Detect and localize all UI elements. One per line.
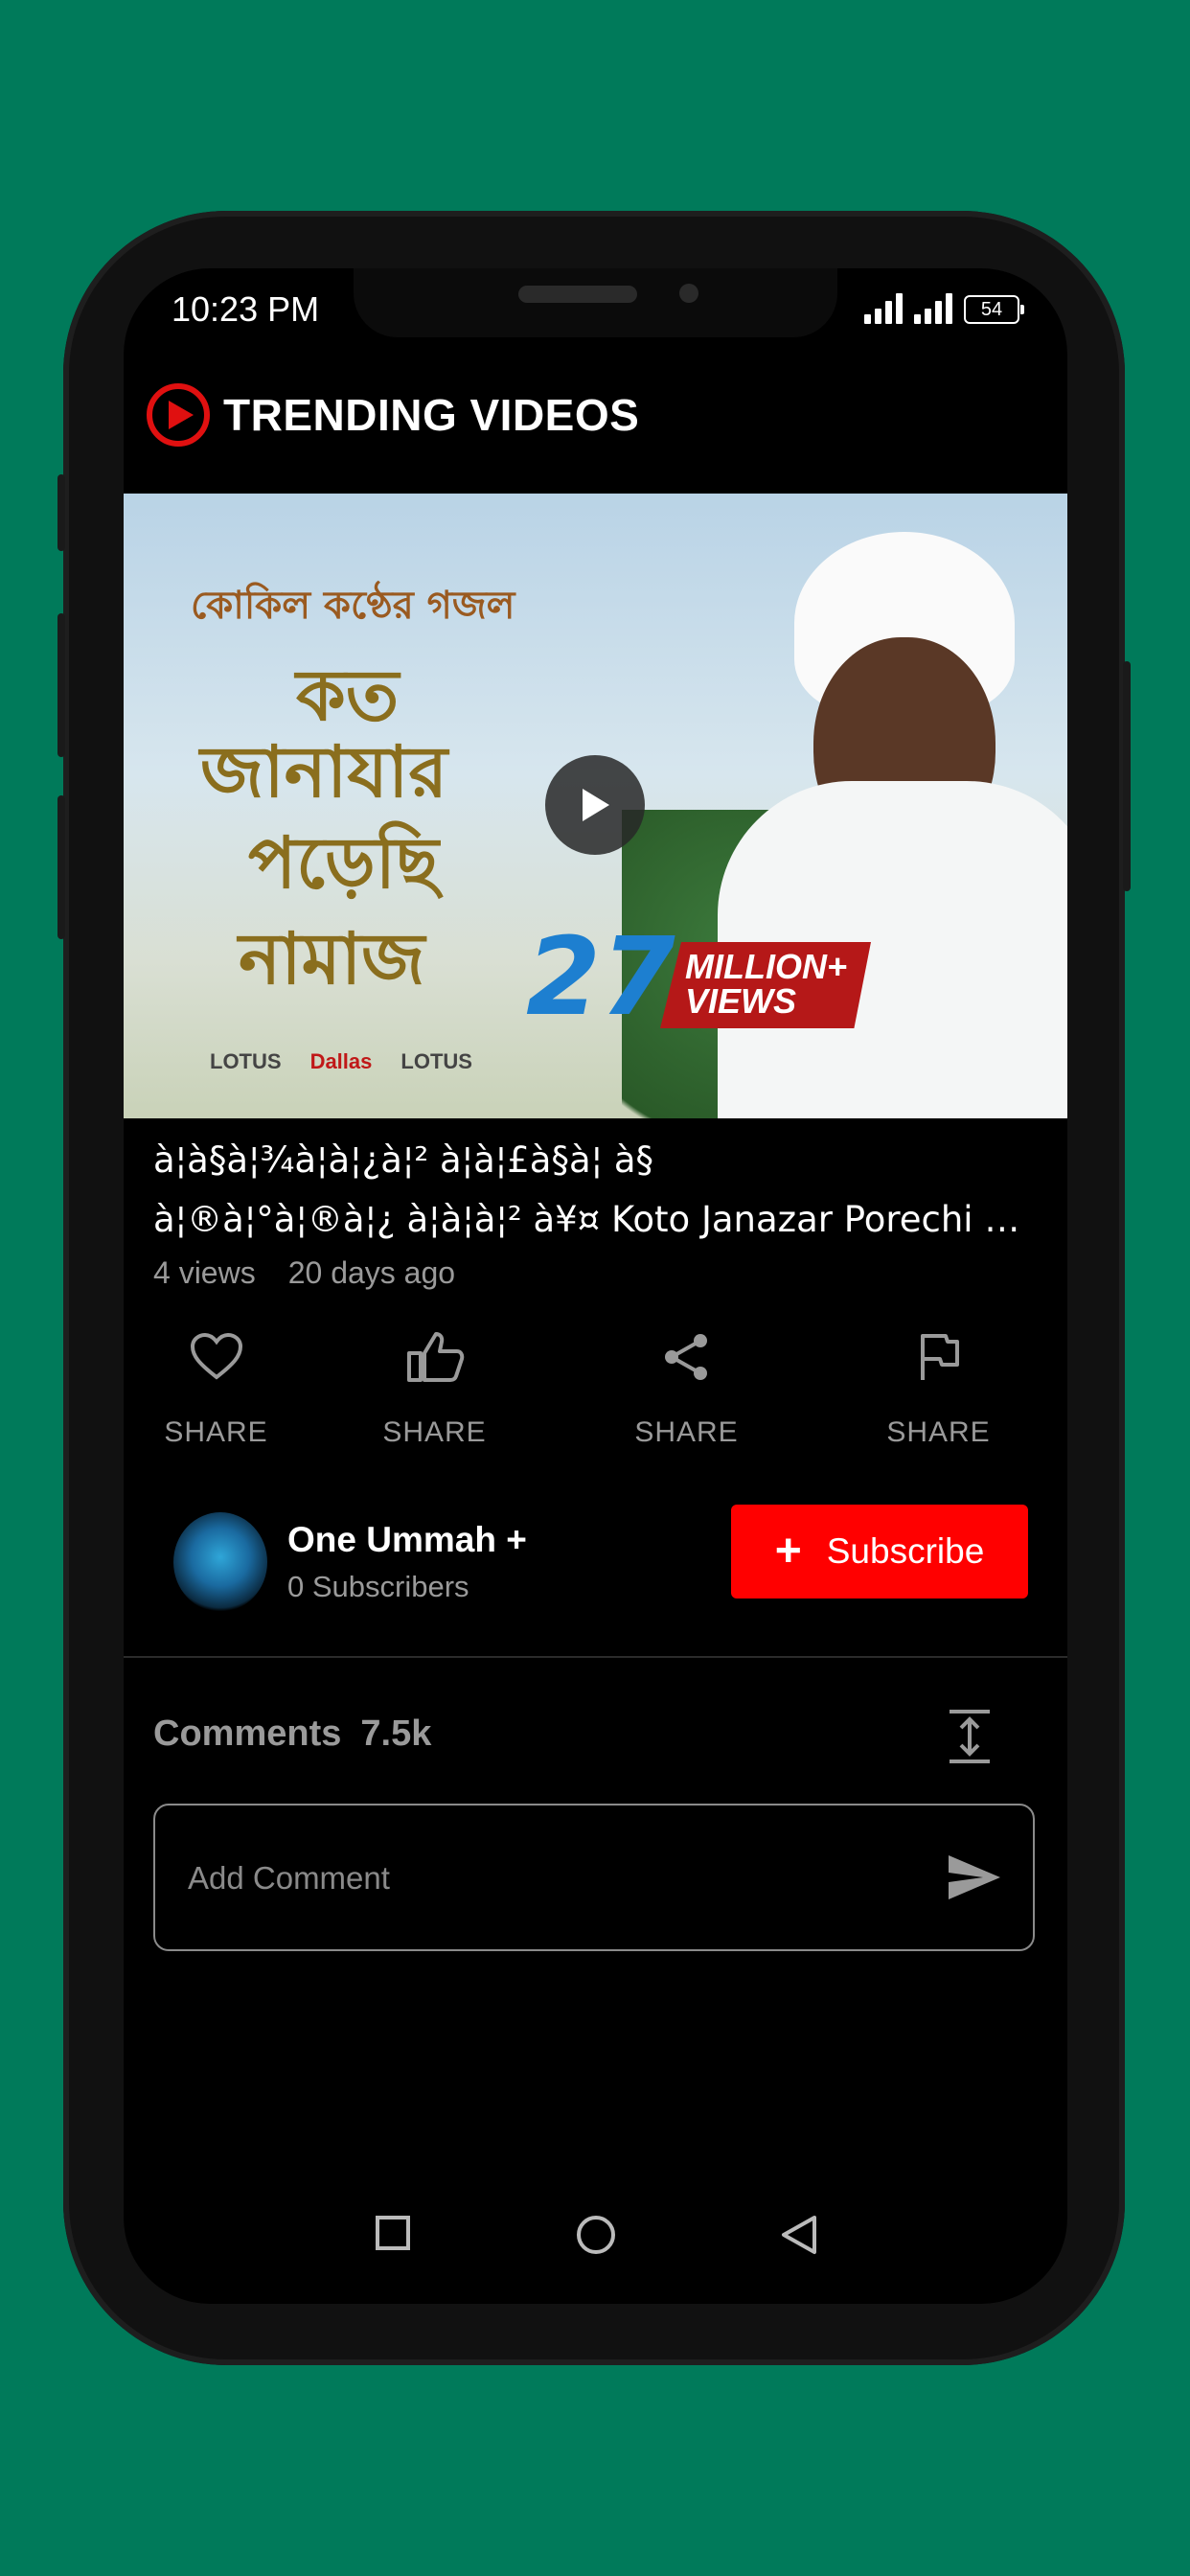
status-icons: 54: [864, 293, 1024, 324]
play-button[interactable]: [545, 755, 645, 855]
thumbs-up-action[interactable]: SHARE: [309, 1322, 561, 1449]
sponsor-logo: Dallas: [309, 1049, 373, 1073]
video-title: à¦à§à¦¾à¦à¦¿à¦² à¦à¦£à§à¦ à§ à¦®à¦°à¦®à¦…: [153, 1131, 1040, 1250]
speaker: [518, 286, 637, 303]
sponsor-logo: LOTUS: [210, 1049, 282, 1073]
action-bar: SHARE SHARE SHARE SHARE: [124, 1322, 1067, 1449]
recents-icon[interactable]: [374, 2214, 412, 2252]
play-icon: [583, 789, 609, 821]
video-title-line2: à¦®à¦°à¦®à¦¿ à¦à¦à¦² à¥¤ Koto Janazar Po…: [153, 1199, 1040, 1240]
phone-power-button: [1123, 661, 1131, 891]
thumbnail-bengali-top: কোকিল কণ্ঠের গজল: [191, 583, 515, 628]
video-title-line1: à¦à§à¦¾à¦à¦¿à¦² à¦à¦£à§à¦ à§: [153, 1139, 654, 1181]
comment-input[interactable]: [186, 1806, 918, 1951]
video-views: 4 views: [153, 1255, 256, 1290]
status-time: 10:23 PM: [172, 289, 320, 329]
thumbnail-views-number: 27: [526, 915, 675, 1040]
channel-subscribers: 0 Subscribers: [287, 1570, 469, 1603]
share-action[interactable]: SHARE: [561, 1322, 812, 1449]
comments-header: Comments 7.5k: [153, 1714, 431, 1755]
comments-label: Comments: [153, 1714, 342, 1754]
thumbnail-sponsor-logos: LOTUS Dallas LOTUS: [210, 1049, 472, 1074]
system-navbar: [124, 2214, 1067, 2256]
action-label: SHARE: [886, 1416, 991, 1448]
channel-row: One Ummah + 0 Subscribers + Subscribe: [124, 1505, 1067, 1639]
app-header: TRENDING VIDEOS: [147, 383, 639, 447]
video-age: 20 days ago: [287, 1255, 456, 1290]
thumbnail-million-label: MILLION+: [685, 947, 847, 986]
subscribe-button[interactable]: + Subscribe: [731, 1505, 1028, 1598]
signal-icon-2: [914, 293, 952, 324]
video-thumbnail[interactable]: কোকিল কণ্ঠের গজল কত জানাযার পড়েছি নামাজ…: [124, 494, 1067, 1118]
action-label: SHARE: [382, 1416, 487, 1448]
thumbs-up-icon: [406, 1332, 464, 1382]
front-camera: [679, 284, 698, 303]
send-icon: [949, 1855, 1000, 1899]
page-title: TRENDING VIDEOS: [223, 390, 640, 440]
play-circle-icon: [147, 383, 210, 447]
send-button[interactable]: [947, 1853, 1002, 1906]
battery-icon: 54: [964, 295, 1024, 324]
phone-volume-down: [57, 795, 65, 939]
subscribe-label: Subscribe: [826, 1531, 985, 1571]
phone-side-button: [57, 474, 65, 551]
flag-icon: [920, 1334, 959, 1380]
thumbnail-views-label: VIEWS: [685, 981, 797, 1021]
expand-comments-button[interactable]: [946, 1709, 994, 1769]
home-icon[interactable]: [575, 2214, 617, 2256]
plus-icon: +: [774, 1526, 802, 1576]
action-label: SHARE: [634, 1416, 739, 1448]
share-icon: [664, 1334, 707, 1380]
signal-icon: [864, 293, 903, 324]
thumbnail-views-badge: MILLION+ VIEWS: [660, 942, 871, 1028]
thumbnail-bengali-line4: নামাজ: [239, 918, 425, 1000]
notch: [354, 268, 837, 337]
channel-name[interactable]: One Ummah +: [287, 1520, 527, 1560]
like-action[interactable]: SHARE: [124, 1322, 309, 1449]
screen: 10:23 PM 54 TRENDING VIDEOS কোকিল কণ্ঠের…: [124, 268, 1067, 2304]
comments-count: 7.5k: [360, 1714, 432, 1754]
heart-icon: [190, 1333, 242, 1380]
divider: [124, 1656, 1067, 1658]
back-icon[interactable]: [780, 2214, 818, 2256]
phone-volume-up: [57, 613, 65, 757]
expand-icon: [950, 1710, 990, 1763]
action-label: SHARE: [164, 1416, 268, 1448]
sponsor-logo: LOTUS: [400, 1049, 472, 1073]
video-meta: 4 views 20 days ago: [153, 1255, 455, 1291]
channel-avatar[interactable]: [173, 1512, 267, 1612]
comment-box: [153, 1804, 1035, 1951]
report-action[interactable]: SHARE: [812, 1322, 1064, 1449]
